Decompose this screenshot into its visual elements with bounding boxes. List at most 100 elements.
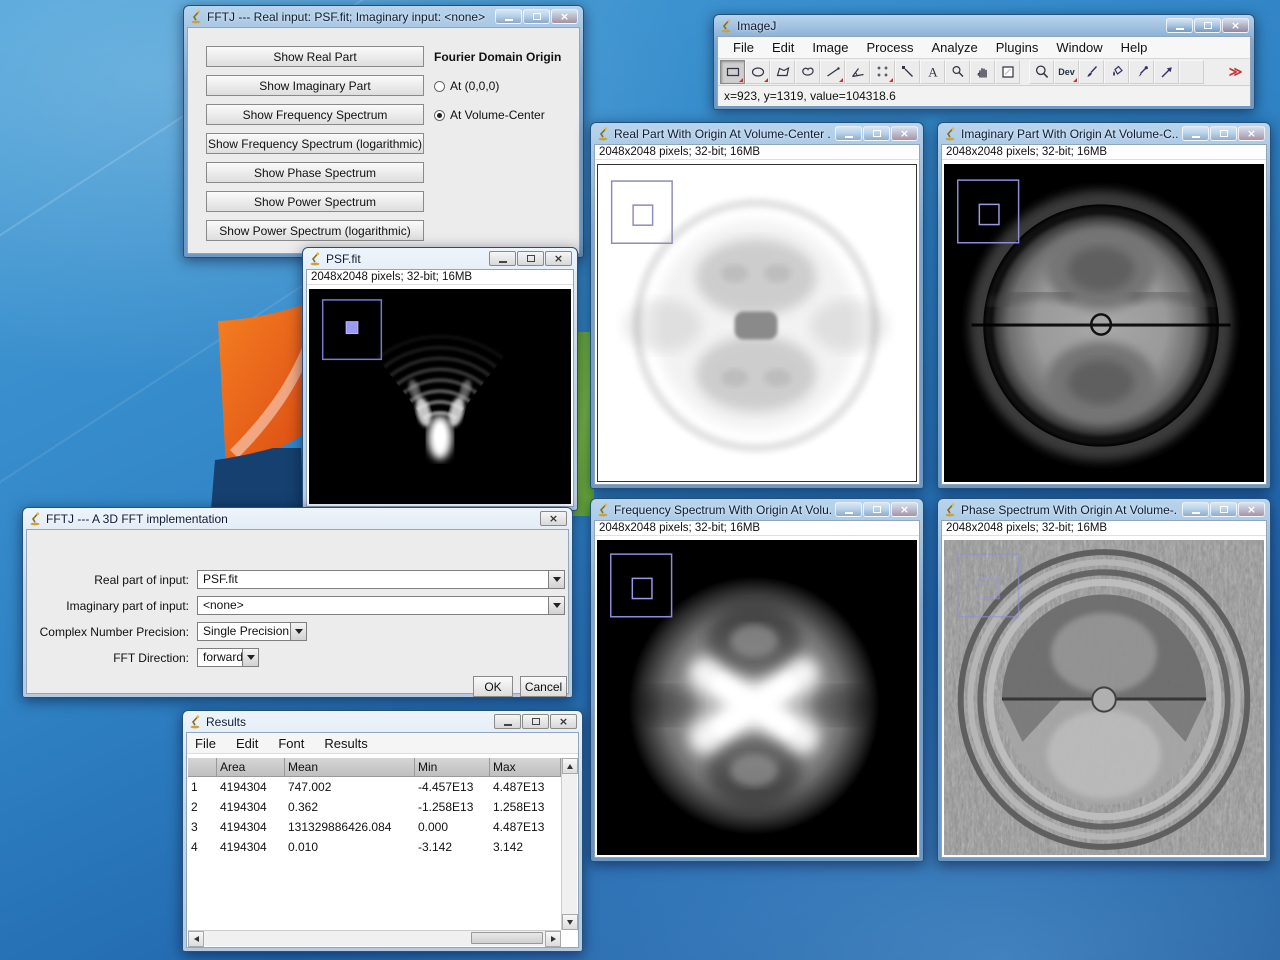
more-tools-button[interactable]: ≫ [1223,60,1248,84]
scroll-down-button[interactable] [562,914,578,930]
close-button[interactable]: × [891,502,918,517]
dropdown-button[interactable] [290,622,307,641]
column-header-index[interactable] [188,758,217,776]
wand-tool[interactable] [895,60,920,84]
show-frequency-spectrum-log-button[interactable]: Show Frequency Spectrum (logarithmic) [206,133,424,154]
maximize-button[interactable] [522,714,549,729]
close-button[interactable]: × [891,126,918,141]
minimize-button[interactable] [494,714,521,729]
show-imaginary-part-button[interactable]: Show Imaginary Part [206,75,424,96]
menu-plugins[interactable]: Plugins [987,39,1048,56]
precision-select[interactable]: Single Precision [197,622,307,641]
magnifier-macro-tool[interactable] [1029,60,1054,84]
minimize-button[interactable] [495,9,522,24]
column-header-max[interactable]: Max [490,758,561,776]
arrow-tool[interactable] [1154,60,1179,84]
point-tool[interactable] [870,60,895,84]
menu-file[interactable]: File [193,736,226,751]
freehand-tool[interactable] [795,60,820,84]
empty-tool-slot[interactable] [1179,60,1204,84]
menu-process[interactable]: Process [858,39,923,56]
vertical-scrollbar[interactable] [561,758,578,930]
angle-tool[interactable] [845,60,870,84]
close-button[interactable]: × [1238,502,1265,517]
table-row[interactable]: 3 4194304 131329886426.084 0.000 4.487E1… [188,817,561,837]
close-button[interactable]: × [551,9,578,24]
close-button[interactable]: × [550,714,577,729]
dropdown-button[interactable] [548,570,565,589]
fftj-panel-titlebar[interactable]: FFTJ --- Real input: PSF.fit; Imaginary … [187,6,580,27]
polygon-tool[interactable] [770,60,795,84]
flood-fill-tool[interactable] [1104,60,1129,84]
maximize-button[interactable] [1210,502,1237,517]
table-row[interactable]: 2 4194304 0.362 -1.258E13 1.258E13 [188,797,561,817]
line-tool[interactable] [820,60,845,84]
real-input-select[interactable]: PSF.fit [197,570,565,589]
dev-menu-tool[interactable]: Dev [1054,60,1079,84]
frequency-canvas[interactable] [597,540,917,855]
menu-font[interactable]: Font [276,736,314,751]
menu-file[interactable]: File [724,39,763,56]
menu-image[interactable]: Image [803,39,857,56]
rectangle-tool[interactable] [720,60,745,84]
menu-edit[interactable]: Edit [763,39,803,56]
show-phase-spectrum-button[interactable]: Show Phase Spectrum [206,162,424,183]
frequency-titlebar[interactable]: Frequency Spectrum With Origin At Volu..… [594,499,920,520]
column-header-mean[interactable]: Mean [285,758,415,776]
column-header-area[interactable]: Area [217,758,285,776]
zoom-tool[interactable] [945,60,970,84]
maximize-button[interactable] [863,502,890,517]
roi-selection[interactable] [610,180,673,244]
real-part-canvas[interactable] [597,164,917,482]
minimize-button[interactable] [1166,18,1193,33]
horizontal-scrollbar[interactable] [188,930,561,947]
minimize-button[interactable] [489,251,516,266]
fftj-dialog-titlebar[interactable]: FFTJ --- A 3D FFT implementation × [26,508,569,529]
maximize-button[interactable] [863,126,890,141]
menu-analyze[interactable]: Analyze [922,39,986,56]
table-row[interactable]: 4 4194304 0.010 -3.142 3.142 [188,837,561,857]
phase-titlebar[interactable]: Phase Spectrum With Origin At Volume-...… [941,499,1267,520]
minimize-button[interactable] [835,502,862,517]
real-part-titlebar[interactable]: Real Part With Origin At Volume-Center .… [594,123,920,144]
close-button[interactable]: × [545,251,572,266]
menu-help[interactable]: Help [1112,39,1157,56]
close-button[interactable]: × [1222,18,1249,33]
maximize-button[interactable] [1210,126,1237,141]
psf-titlebar[interactable]: PSF.fit × [306,248,574,269]
close-button[interactable]: × [540,511,567,526]
minimize-button[interactable] [1182,126,1209,141]
results-titlebar[interactable]: Results × [186,711,579,732]
text-tool[interactable]: A [920,60,945,84]
scroll-up-button[interactable] [562,758,578,774]
show-real-part-button[interactable]: Show Real Part [206,46,424,67]
maximize-button[interactable] [523,9,550,24]
roi-selection[interactable] [610,553,673,618]
cancel-button[interactable]: Cancel [520,676,567,697]
color-picker-tool[interactable] [995,60,1020,84]
ok-button[interactable]: OK [473,676,513,697]
scroll-left-button[interactable] [188,930,204,947]
menu-window[interactable]: Window [1047,39,1111,56]
roi-selection[interactable] [321,299,383,361]
phase-canvas[interactable] [944,540,1264,855]
show-frequency-spectrum-button[interactable]: Show Frequency Spectrum [206,104,424,125]
imaginary-part-titlebar[interactable]: Imaginary Part With Origin At Volume-C..… [941,123,1267,144]
dropdown-button[interactable] [242,648,259,667]
show-power-spectrum-button[interactable]: Show Power Spectrum [206,191,424,212]
scrollbar-thumb[interactable] [471,931,543,944]
psf-canvas[interactable] [309,289,571,504]
show-power-spectrum-log-button[interactable]: Show Power Spectrum (logarithmic) [206,220,424,241]
menu-edit[interactable]: Edit [234,736,268,751]
maximize-button[interactable] [1194,18,1221,33]
scroll-right-button[interactable] [545,930,561,947]
maximize-button[interactable] [517,251,544,266]
minimize-button[interactable] [835,126,862,141]
close-button[interactable]: × [1238,126,1265,141]
hand-tool[interactable] [970,60,995,84]
radio-origin-000[interactable]: At (0,0,0) [434,79,499,93]
imaginary-part-canvas[interactable] [944,164,1264,482]
table-row[interactable]: 1 4194304 747.002 -4.457E13 4.487E13 [188,777,561,797]
oval-tool[interactable] [745,60,770,84]
dropdown-button[interactable] [548,596,565,615]
